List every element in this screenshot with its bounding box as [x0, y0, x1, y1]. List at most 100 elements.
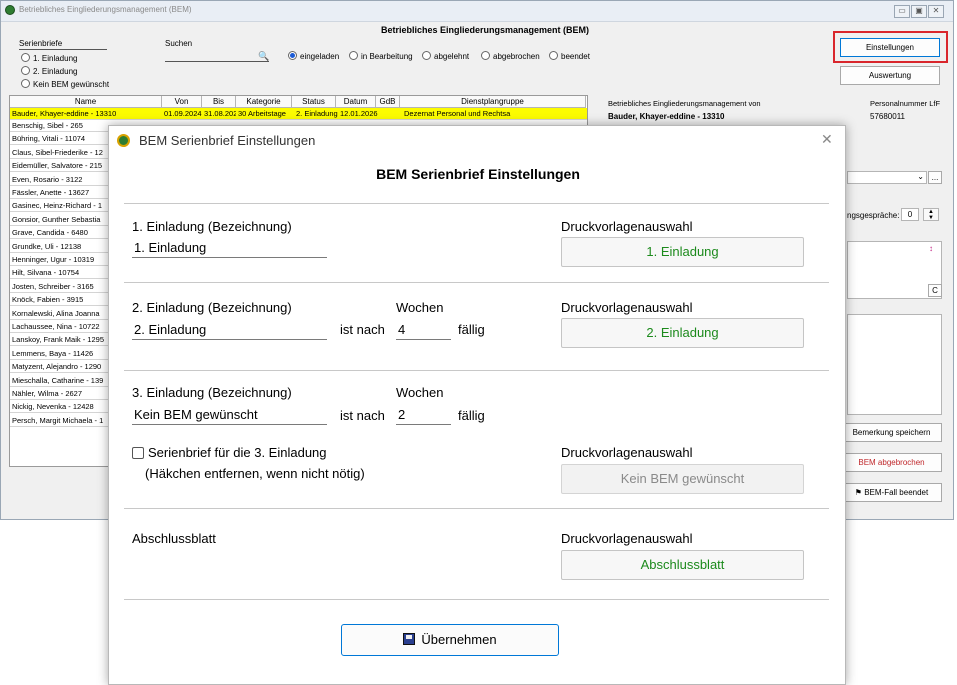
- bem-abgebrochen-button[interactable]: BEM abgebrochen: [841, 453, 942, 472]
- status-filter-eingeladen[interactable]: eingeladen: [288, 51, 339, 61]
- abschluss-template-button[interactable]: Abschlussblatt: [561, 550, 804, 580]
- status-filter-abgelehnt-label: abgelehnt: [434, 52, 470, 61]
- gespraeche-label: ngsgespräche:: [847, 211, 900, 220]
- search-label: Suchen: [165, 39, 193, 48]
- minimize-button[interactable]: ▭: [894, 5, 910, 18]
- cell-von: 01.09.2024: [164, 109, 202, 118]
- status-filter-in-bearbeitung[interactable]: in Bearbeitung: [349, 51, 413, 61]
- serienbrief-option-2[interactable]: 2. Einladung: [21, 66, 77, 76]
- einladung2-label: 2. Einladung (Bezeichnung): [132, 300, 292, 315]
- col-header-datum[interactable]: Datum: [336, 96, 376, 108]
- einladung2-name-input[interactable]: [132, 319, 327, 340]
- checkbox-hint: (Häkchen entfernen, wenn nicht nötig): [145, 466, 365, 481]
- col-header-gdb[interactable]: GdB: [376, 96, 400, 108]
- col-header-bis[interactable]: Bis: [202, 96, 236, 108]
- einladung3-ist-nach: ist nach: [340, 408, 385, 423]
- bem-beendet-button[interactable]: ⚑ BEM-Fall beendet: [841, 483, 942, 502]
- bemerkung-speichern-button[interactable]: Bemerkung speichern: [841, 423, 942, 442]
- right-panel-label: Betriebliches Eingliederungsmanagement v…: [608, 99, 761, 108]
- status-filter-beendet[interactable]: beendet: [549, 51, 590, 61]
- close-window-button[interactable]: ✕: [928, 5, 944, 18]
- einladung1-name-input[interactable]: [132, 237, 327, 258]
- cell-status: 2. Einladung: [296, 109, 338, 118]
- serienbrief-option-2-label: 2. Einladung: [33, 67, 78, 76]
- einladung3-weeks-label: Wochen: [396, 385, 444, 400]
- einladung3-label: 3. Einladung (Bezeichnung): [132, 385, 292, 400]
- abschluss-label: Abschlussblatt: [132, 531, 216, 546]
- serienbrief-option-1-label: 1. Einladung: [33, 54, 78, 63]
- einladung2-weeks-label: Wochen: [396, 300, 444, 315]
- cell-dienstplangruppe: Dezernat Personal und Rechtsa: [404, 109, 511, 118]
- personalnummer-value: 57680011: [870, 112, 905, 121]
- window-title: Betriebliches Eingliederungsmanagement (…: [19, 5, 192, 14]
- personalnummer-label: Personalnummer LfF: [870, 99, 941, 108]
- einladung2-template-button[interactable]: 2. Einladung: [561, 318, 804, 348]
- search-input[interactable]: [165, 49, 269, 62]
- app-icon: [5, 5, 15, 15]
- comment-box[interactable]: [847, 314, 942, 415]
- einladung2-faellig: fällig: [458, 322, 485, 337]
- serienbrief-option-1[interactable]: 1. Einladung: [21, 53, 77, 63]
- format-icon[interactable]: ↕: [929, 244, 933, 253]
- einladung3-weeks-input[interactable]: [396, 404, 451, 425]
- flag-icon: ⚑: [854, 488, 862, 497]
- apply-button[interactable]: Übernehmen: [341, 624, 559, 656]
- title-bar: Betriebliches Eingliederungsmanagement (…: [1, 1, 953, 22]
- dialog-heading: BEM Serienbrief Einstellungen: [376, 166, 580, 182]
- cell-bis: 31.08.2025: [204, 109, 236, 118]
- einladung3-faellig: fällig: [458, 408, 485, 423]
- auswertung-button[interactable]: Auswertung: [840, 66, 940, 85]
- einladung3-template-button[interactable]: Kein BEM gewünscht: [561, 464, 804, 494]
- einladung1-label: 1. Einladung (Bezeichnung): [132, 219, 292, 234]
- status-filter-eingeladen-label: eingeladen: [300, 52, 340, 61]
- right-panel-person: Bauder, Khayer-eddine - 13310: [608, 112, 725, 121]
- status-filter-abgebrochen[interactable]: abgebrochen: [481, 51, 540, 61]
- abschluss-template-label: Druckvorlagenauswahl: [561, 531, 693, 546]
- status-filter-in-bearbeitung-label: in Bearbeitung: [361, 52, 413, 61]
- einladung1-template-label: Druckvorlagenauswahl: [561, 219, 693, 234]
- serienbrief-option-3[interactable]: Kein BEM gewünscht: [21, 79, 109, 89]
- serienbrief-3-checkbox-label[interactable]: Serienbrief für die 3. Einladung: [148, 445, 327, 460]
- col-header-dienstplangruppe[interactable]: Dienstplangruppe: [400, 96, 586, 108]
- dropdown-more-button[interactable]: ...: [928, 171, 942, 184]
- status-filter-abgebrochen-label: abgebrochen: [493, 52, 540, 61]
- einladung2-weeks-input[interactable]: [396, 319, 451, 340]
- einladung3-name-input[interactable]: [132, 404, 327, 425]
- maximize-button[interactable]: ▣: [911, 5, 927, 18]
- col-header-name[interactable]: Name: [10, 96, 162, 108]
- serienbriefe-label: Serienbriefe: [19, 39, 63, 48]
- serienbrief-option-3-label: Kein BEM gewünscht: [33, 80, 110, 89]
- divider: [124, 370, 829, 371]
- status-filter-beendet-label: beendet: [561, 52, 590, 61]
- cell-datum: 12.01.2026: [340, 109, 378, 118]
- einstellungen-button[interactable]: Einstellungen: [840, 38, 940, 57]
- dialog-title: BEM Serienbrief Einstellungen: [139, 133, 316, 148]
- col-header-kategorie[interactable]: Kategorie: [236, 96, 292, 108]
- einladung2-template-label: Druckvorlagenauswahl: [561, 300, 693, 315]
- table-row-selected[interactable]: Bauder, Khayer-eddine - 13310 01.09.2024…: [10, 108, 587, 120]
- divider: [124, 508, 829, 509]
- gespraeche-input[interactable]: 0: [901, 208, 919, 221]
- divider: [124, 203, 829, 204]
- settings-dialog: BEM Serienbrief Einstellungen ✕ BEM Seri…: [108, 125, 846, 685]
- bem-beendet-label: BEM-Fall beendet: [864, 488, 929, 497]
- cell-kategorie: 30 Arbeitstage: [238, 109, 286, 118]
- divider: [124, 282, 829, 283]
- status-filter-abgelehnt[interactable]: abgelehnt: [422, 51, 469, 61]
- gespraeche-stepper[interactable]: ▲ ▼: [923, 208, 939, 221]
- divider: [124, 599, 829, 600]
- serienbriefe-underline: [19, 49, 107, 50]
- einladung3-template-label: Druckvorlagenauswahl: [561, 445, 693, 460]
- save-icon: [403, 633, 416, 645]
- c-button[interactable]: C: [928, 284, 942, 297]
- right-dropdown[interactable]: ⌄: [847, 171, 927, 184]
- dialog-app-icon: [117, 134, 130, 147]
- einladung1-template-button[interactable]: 1. Einladung: [561, 237, 804, 267]
- dialog-close-icon[interactable]: ✕: [821, 131, 833, 148]
- einladung2-ist-nach: ist nach: [340, 322, 385, 337]
- col-header-von[interactable]: Von: [162, 96, 202, 108]
- serienbrief-3-checkbox[interactable]: [132, 447, 144, 459]
- cell-name: Bauder, Khayer-eddine - 13310: [12, 109, 117, 118]
- col-header-status[interactable]: Status: [292, 96, 336, 108]
- search-icon[interactable]: 🔍: [258, 52, 269, 61]
